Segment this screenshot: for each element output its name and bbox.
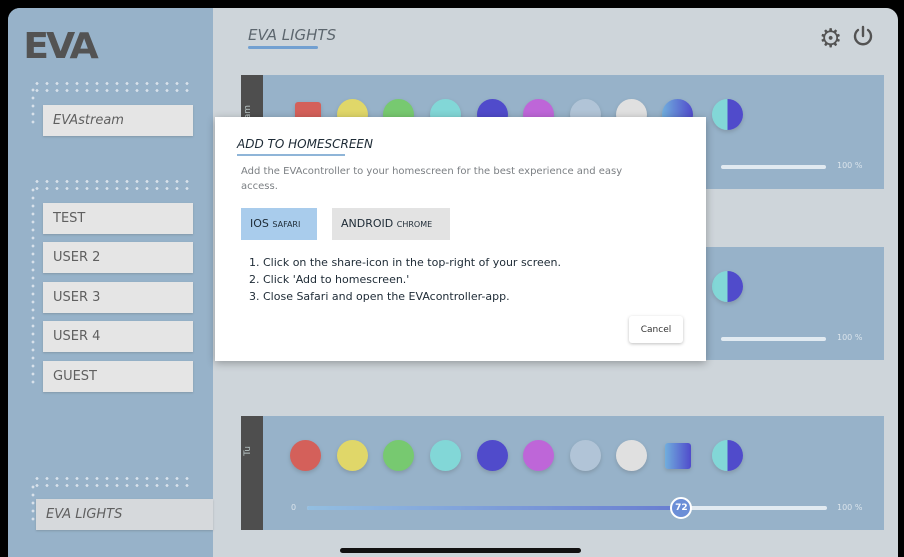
dialog-title-underline xyxy=(237,154,345,156)
add-to-homescreen-dialog: ADD TO HOMESCREEN Add the EVAcontroller … xyxy=(215,117,706,361)
instruction-step: 3. Close Safari and open the EVAcontroll… xyxy=(249,290,510,303)
dialog-title: ADD TO HOMESCREEN xyxy=(237,137,373,151)
tab-android-chrome[interactable]: ANDROID CHROME xyxy=(332,208,450,240)
dialog-description: Add the EVAcontroller to your homescreen… xyxy=(241,166,623,192)
instruction-step: 1. Click on the share-icon in the top-ri… xyxy=(249,256,562,269)
cancel-button[interactable]: Cancel xyxy=(629,316,683,343)
instruction-step: 2. Click 'Add to homescreen.' xyxy=(249,273,410,286)
home-indicator xyxy=(340,548,581,553)
instruction-list: 1. Click on the share-icon in the top-ri… xyxy=(249,254,561,305)
tab-ios-safari[interactable]: IOS SAFARI xyxy=(241,208,317,240)
app-screen: EVA EVAstream TEST USER 2 USER 3 USER 4 … xyxy=(8,8,898,557)
